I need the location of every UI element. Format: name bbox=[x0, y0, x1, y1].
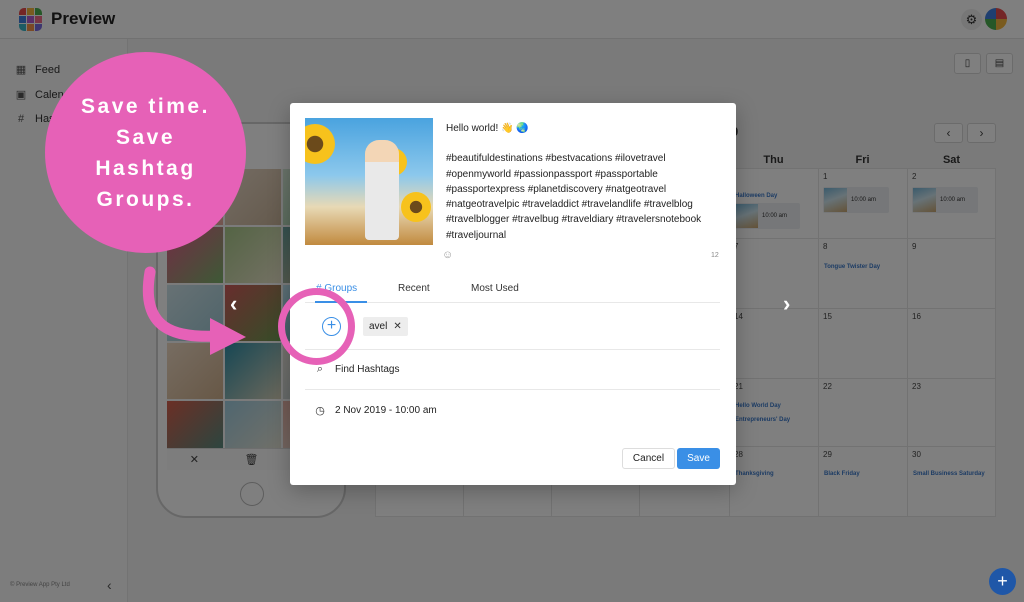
search-icon: ⌕ bbox=[316, 363, 324, 375]
post-image bbox=[305, 118, 433, 245]
caption-greeting: Hello world! 👋 🌏 bbox=[446, 123, 529, 134]
group-chip-label: avel bbox=[369, 321, 388, 332]
emoji-icon[interactable]: ☺ bbox=[442, 249, 453, 261]
save-button[interactable]: Save bbox=[677, 448, 720, 469]
chevron-left-icon[interactable]: ‹ bbox=[230, 291, 237, 317]
character-count: 12 bbox=[711, 252, 719, 259]
schedule-datetime: 2 Nov 2019 - 10:00 am bbox=[335, 404, 437, 416]
caption-hashtags: #beautifuldestinations #bestvacations #i… bbox=[446, 153, 702, 241]
tab-most-used[interactable]: Most Used bbox=[471, 283, 519, 294]
highlight-ring bbox=[278, 288, 355, 365]
hashtag-tabs: # Groups Recent Most Used bbox=[305, 275, 720, 303]
hashtag-group-chip[interactable]: avel ✕ bbox=[363, 317, 408, 336]
chevron-right-icon[interactable]: › bbox=[783, 291, 790, 317]
promo-line: Hashtag bbox=[95, 156, 196, 180]
cancel-button[interactable]: Cancel bbox=[622, 448, 675, 469]
promo-badge: Save time. Save Hashtag Groups. bbox=[45, 52, 246, 253]
close-icon[interactable]: ✕ bbox=[393, 321, 401, 332]
promo-line: Save bbox=[115, 125, 176, 149]
add-post-button[interactable]: + bbox=[989, 568, 1016, 595]
find-hashtags-label: Find Hashtags bbox=[335, 364, 400, 375]
promo-text: Save time. Save Hashtag Groups. bbox=[61, 91, 231, 215]
schedule-row[interactable]: ◷ 2 Nov 2019 - 10:00 am bbox=[305, 390, 720, 430]
post-editor-modal: Hello world! 👋 🌏 #beautifuldestinations … bbox=[290, 103, 736, 485]
post-caption[interactable]: Hello world! 👋 🌏 #beautifuldestinations … bbox=[446, 121, 726, 243]
find-hashtags-row[interactable]: ⌕ Find Hashtags bbox=[305, 350, 720, 390]
promo-line: Groups. bbox=[96, 187, 195, 211]
tab-recent[interactable]: Recent bbox=[398, 283, 430, 294]
promo-line: Save time. bbox=[81, 94, 210, 118]
hashtag-group-row: + avel ✕ bbox=[305, 303, 720, 350]
clock-icon: ◷ bbox=[315, 404, 325, 417]
